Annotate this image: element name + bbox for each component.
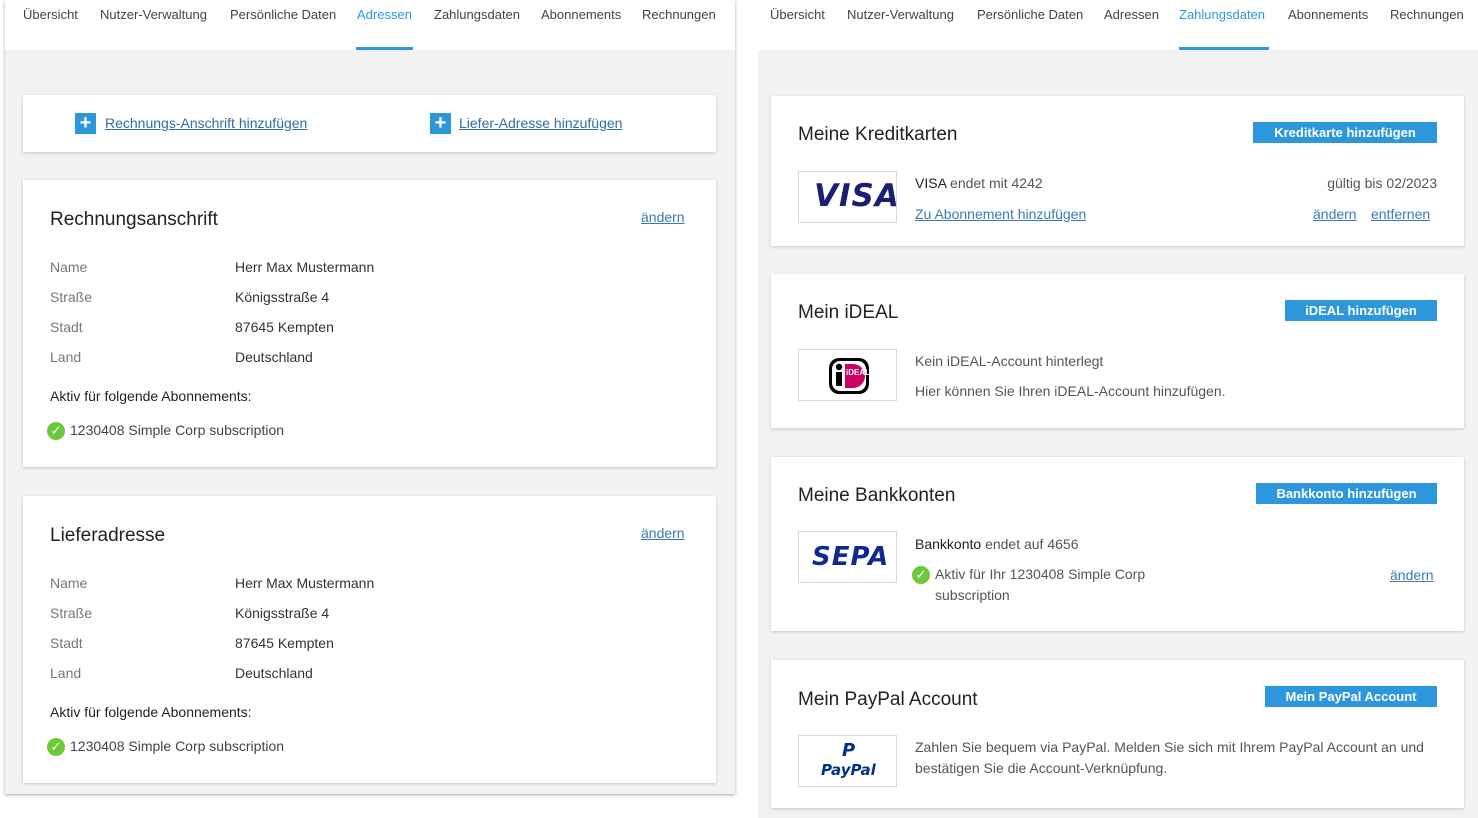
- name-label: Name: [50, 575, 88, 591]
- card-valid-until: gültig bis 02/2023: [1327, 175, 1437, 191]
- add-billing-address-link[interactable]: Rechnungs-Anschrift hinzufügen: [105, 115, 307, 131]
- country-label: Land: [50, 665, 82, 681]
- add-shipping-address-link[interactable]: Liefer-Adresse hinzufügen: [459, 115, 622, 131]
- city-label: Stadt: [50, 319, 83, 335]
- tab-payment-data[interactable]: Zahlungsdaten: [434, 7, 520, 22]
- active-subscriptions-heading: Aktiv für folgende Abonnements:: [50, 388, 252, 404]
- card-info: VISA endet mit 4242: [915, 175, 1043, 191]
- add-credit-card-button[interactable]: Kreditkarte hinzufügen: [1253, 122, 1437, 143]
- name-value: Herr Max Mustermann: [235, 575, 375, 591]
- tab-bar: Übersicht Nutzer-Verwaltung Persönliche …: [758, 0, 1478, 50]
- card-title: Lieferadresse: [50, 525, 166, 546]
- visa-logo-icon: VISA: [798, 171, 899, 223]
- tab-personal-data[interactable]: Persönliche Daten: [230, 7, 336, 22]
- payment-panel: Übersicht Nutzer-Verwaltung Persönliche …: [758, 0, 1478, 818]
- bank-active-line2: subscription: [935, 587, 1010, 603]
- city-value: 87645 Kempten: [235, 319, 334, 335]
- plus-icon[interactable]: +: [430, 113, 451, 134]
- country-label: Land: [50, 349, 82, 365]
- billing-address-card: Rechnungsanschrift ändern Name Herr Max …: [23, 180, 716, 467]
- edit-billing-link[interactable]: ändern: [641, 209, 685, 225]
- svg-text:iDEAL: iDEAL: [846, 368, 870, 377]
- credit-cards-card: Meine Kreditkarten Kreditkarte hinzufüge…: [771, 96, 1464, 246]
- shipping-address-card: Lieferadresse ändern Name Herr Max Muste…: [23, 496, 716, 783]
- add-bank-account-button[interactable]: Bankkonto hinzufügen: [1256, 483, 1437, 504]
- ideal-info: Hier können Sie Ihren iDEAL-Account hinz…: [915, 383, 1226, 399]
- ideal-card: Mein iDEAL iDEAL hinzufügen iDEAL Kein i…: [771, 274, 1464, 428]
- name-value: Herr Max Mustermann: [235, 259, 375, 275]
- bank-active-line1: Aktiv für Ihr 1230408 Simple Corp: [935, 566, 1146, 582]
- tab-user-management[interactable]: Nutzer-Verwaltung: [847, 7, 954, 22]
- subscription-item: 1230408 Simple Corp subscription: [70, 738, 285, 754]
- card-title: Mein PayPal Account: [798, 689, 978, 710]
- country-value: Deutschland: [235, 349, 313, 365]
- check-circle-icon: ✓: [912, 566, 930, 584]
- addresses-panel: Übersicht Nutzer-Verwaltung Persönliche …: [5, 0, 735, 794]
- tab-overview[interactable]: Übersicht: [23, 7, 78, 22]
- paypal-info-line2: bestätigen Sie die Account-Verknüpfung.: [915, 760, 1168, 776]
- tab-overview[interactable]: Übersicht: [770, 7, 825, 22]
- plus-icon[interactable]: +: [75, 113, 96, 134]
- tab-user-management[interactable]: Nutzer-Verwaltung: [100, 7, 207, 22]
- bank-accounts-card: Meine Bankkonten Bankkonto hinzufügen SE…: [771, 457, 1464, 631]
- street-label: Straße: [50, 289, 93, 305]
- tab-invoices[interactable]: Rechnungen: [1390, 7, 1464, 22]
- tab-bar: Übersicht Nutzer-Verwaltung Persönliche …: [5, 0, 735, 50]
- add-address-card: + Rechnungs-Anschrift hinzufügen + Liefe…: [23, 95, 716, 152]
- remove-card-link[interactable]: entfernen: [1371, 206, 1430, 222]
- paypal-account-button[interactable]: Mein PayPal Account: [1265, 686, 1437, 707]
- tab-personal-data[interactable]: Persönliche Daten: [977, 7, 1083, 22]
- card-title: Meine Bankkonten: [798, 485, 956, 506]
- tab-subscriptions[interactable]: Abonnements: [541, 7, 621, 22]
- tab-addresses[interactable]: Adressen: [1104, 7, 1159, 22]
- active-tab-indicator: [356, 47, 413, 50]
- add-to-subscription-link[interactable]: Zu Abonnement hinzufügen: [915, 206, 1086, 222]
- card-title: Mein iDEAL: [798, 302, 899, 323]
- edit-shipping-link[interactable]: ändern: [641, 525, 685, 541]
- paypal-info-line1: Zahlen Sie bequem via PayPal. Melden Sie…: [915, 739, 1424, 755]
- paypal-logo-icon: P PayPal: [798, 735, 897, 787]
- sepa-logo-icon: SEPA: [798, 531, 897, 583]
- street-value: Königsstraße 4: [235, 289, 330, 305]
- active-subscriptions-heading: Aktiv für folgende Abonnements:: [50, 704, 252, 720]
- tab-addresses[interactable]: Adressen: [357, 7, 412, 22]
- ideal-status: Kein iDEAL-Account hinterlegt: [915, 353, 1104, 369]
- city-label: Stadt: [50, 635, 83, 651]
- card-title: Meine Kreditkarten: [798, 124, 958, 145]
- edit-card-link[interactable]: ändern: [1313, 206, 1357, 222]
- ideal-logo-icon: iDEAL: [798, 349, 897, 401]
- name-label: Name: [50, 259, 88, 275]
- paypal-card: Mein PayPal Account Mein PayPal Account …: [771, 660, 1464, 808]
- check-circle-icon: ✓: [47, 738, 65, 756]
- street-label: Straße: [50, 605, 93, 621]
- subscription-item: 1230408 Simple Corp subscription: [70, 422, 285, 438]
- active-tab-indicator: [1179, 47, 1269, 50]
- edit-bank-link[interactable]: ändern: [1390, 567, 1434, 583]
- country-value: Deutschland: [235, 665, 313, 681]
- tab-invoices[interactable]: Rechnungen: [642, 7, 716, 22]
- add-ideal-button[interactable]: iDEAL hinzufügen: [1285, 300, 1437, 321]
- card-title: Rechnungsanschrift: [50, 209, 218, 230]
- tab-payment-data[interactable]: Zahlungsdaten: [1179, 7, 1265, 22]
- bank-info: Bankkonto endet auf 4656: [915, 536, 1079, 552]
- tab-subscriptions[interactable]: Abonnements: [1288, 7, 1368, 22]
- city-value: 87645 Kempten: [235, 635, 334, 651]
- street-value: Königsstraße 4: [235, 605, 330, 621]
- check-circle-icon: ✓: [47, 422, 65, 440]
